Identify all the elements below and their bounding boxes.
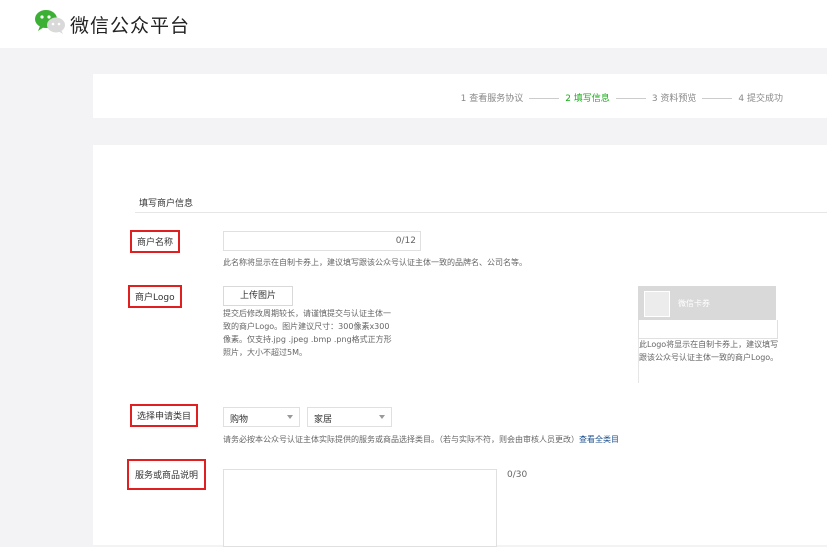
progress-steps: 1 查看服务协议 2 填写信息 3 资料预览 4 提交成功 xyxy=(461,91,783,104)
upload-image-button[interactable]: 上传图片 xyxy=(223,286,293,306)
merchant-form-card: 填写商户信息 商户名称 0/12 此名称将显示在自制卡券上，建议填写跟该公众号认… xyxy=(93,145,827,547)
chevron-down-icon xyxy=(379,415,385,419)
category-secondary-value: 家居 xyxy=(314,415,333,425)
section-divider xyxy=(135,212,827,213)
wechat-logo-icon xyxy=(35,10,65,34)
step-separator xyxy=(615,98,646,99)
merchant-logo-label: 商户Logo xyxy=(128,285,182,308)
description-textarea[interactable] xyxy=(223,469,497,547)
category-label: 选择申请类目 xyxy=(130,404,199,427)
top-bar: 微信公众平台 xyxy=(0,0,827,48)
preview-card-title: 微信卡券 xyxy=(678,299,710,308)
step-4: 4 提交成功 xyxy=(738,94,783,104)
view-all-categories-link[interactable]: 查看全类目 xyxy=(579,435,619,444)
description-label: 服务或商品说明 xyxy=(127,459,207,490)
merchant-name-counter: 0/12 xyxy=(395,236,416,246)
description-counter: 0/30 xyxy=(507,470,528,480)
card-preview: 微信卡券 xyxy=(638,286,776,320)
step-2-active: 2 填写信息 xyxy=(565,94,610,104)
section-title: 填写商户信息 xyxy=(139,199,194,209)
merchant-name-label: 商户名称 xyxy=(130,230,181,253)
merchant-name-hint: 此名称将显示在自制卡券上，建议填写跟该公众号认证主体一致的品牌名、公司名等。 xyxy=(223,258,527,267)
step-3: 3 资料预览 xyxy=(651,94,697,104)
card-preview-footer xyxy=(638,320,778,339)
chevron-down-icon xyxy=(287,415,293,419)
step-1: 1 查看服务协议 xyxy=(460,94,524,104)
step-separator xyxy=(702,98,733,99)
logo-preview-hint: 此Logo将显示在自制卡券上，建议填写跟该公众号认证主体一致的商户Logo。 xyxy=(639,340,779,362)
merchant-name-input[interactable]: 0/12 xyxy=(223,231,421,251)
preview-logo-placeholder xyxy=(644,291,670,317)
platform-title: 微信公众平台 xyxy=(70,15,191,37)
category-secondary-select[interactable]: 家居 xyxy=(307,407,392,427)
progress-steps-card: 1 查看服务协议 2 填写信息 3 资料预览 4 提交成功 xyxy=(93,74,827,118)
logo-upload-hint: 提交后修改周期较长，请谨慎提交与认证主体一致的商户Logo。图片建议尺寸：300… xyxy=(223,309,392,357)
category-primary-value: 购物 xyxy=(230,415,249,425)
category-primary-select[interactable]: 购物 xyxy=(223,407,300,427)
step-separator xyxy=(529,98,560,99)
category-hint-text: 请务必按本公众号认证主体实际提供的服务或商品选择类目。（若与实际不符，则会由审核… xyxy=(223,435,579,444)
category-hint: 请务必按本公众号认证主体实际提供的服务或商品选择类目。（若与实际不符，则会由审核… xyxy=(223,433,619,446)
